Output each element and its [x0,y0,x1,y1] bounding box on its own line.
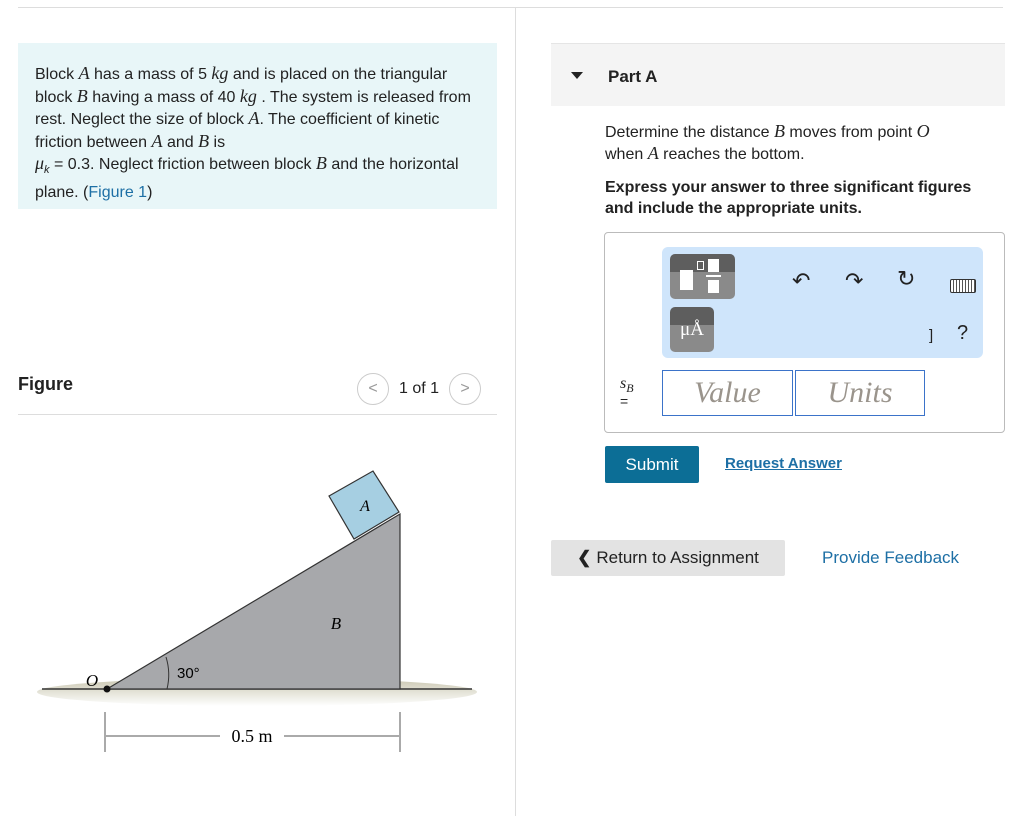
question-text: Determine the distance B moves from poin… [605,121,930,163]
label-o: O [86,671,98,690]
chevron-left-icon: ❮ [577,548,592,567]
part-label: Part A [608,67,658,86]
label-angle: 30° [177,665,200,682]
part-a-header[interactable]: Part A [551,43,1005,106]
label-a: A [359,498,370,515]
block-b [104,512,401,690]
figure-diagram: A B O 30° 0.5 m [37,470,477,752]
collapse-triangle-icon [571,72,583,79]
units-button[interactable]: μÅ [670,307,714,352]
equals-sign: = [620,393,629,409]
point-o [103,685,111,693]
reset-icon[interactable]: ↻ [897,266,915,292]
help-button[interactable]: ? [957,322,968,345]
instructions: Express your answer to three significant… [605,179,972,217]
templates-button[interactable] [670,254,735,299]
redo-icon[interactable]: ↷ [845,268,863,294]
request-answer-link[interactable]: Request Answer [725,455,842,472]
units-input[interactable]: Units [795,370,925,416]
template-exp-icon [697,261,704,270]
template-bar-icon [706,275,721,277]
label-dimension: 0.5 m [231,726,272,746]
submit-button[interactable]: Submit [605,446,699,483]
template-num-icon [708,259,719,272]
template-den-icon [708,280,719,293]
bracket-glyph: ] [929,327,934,344]
label-b: B [331,614,342,633]
keyboard-icon[interactable] [950,279,976,293]
return-to-assignment-button[interactable]: ❮ Return to Assignment [551,540,785,576]
value-input[interactable]: Value [662,370,793,416]
undo-icon[interactable]: ↶ [792,268,810,294]
provide-feedback-link[interactable]: Provide Feedback [822,548,959,568]
template-box-icon [680,270,693,290]
